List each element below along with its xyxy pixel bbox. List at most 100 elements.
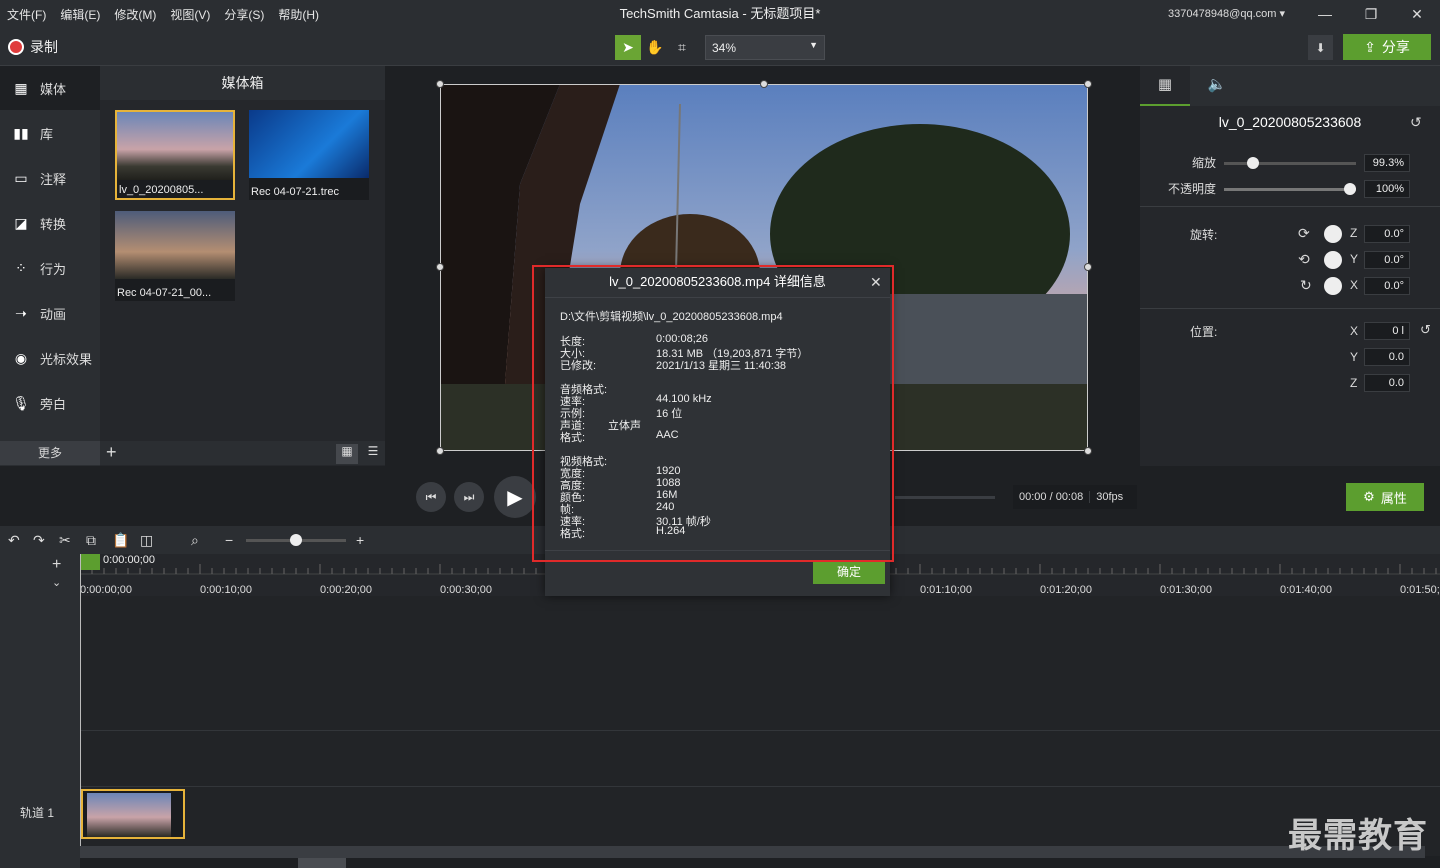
pos-z-field[interactable]: 0.0: [1364, 374, 1410, 392]
grid-view-icon[interactable]: ▦: [336, 444, 358, 464]
undo-icon[interactable]: ↶: [8, 532, 20, 549]
tick-label: 0:00:00;00: [80, 584, 132, 596]
sidebar-item-library[interactable]: ▮▮ 库: [0, 111, 100, 155]
select-tool-button[interactable]: ➤: [615, 35, 641, 60]
timeline-clip[interactable]: [81, 789, 185, 839]
resize-handle[interactable]: [436, 263, 444, 271]
account-menu[interactable]: 3370478948@qq.com ▾: [1168, 7, 1285, 20]
split-icon[interactable]: ◫: [140, 532, 153, 549]
cut-icon[interactable]: ✂: [59, 532, 71, 549]
sidebar-item-voice-narration[interactable]: 🎙 旁白: [0, 381, 100, 425]
scale-knob[interactable]: [1247, 157, 1259, 169]
scale-slider[interactable]: [1224, 162, 1356, 165]
rotate-z-dial[interactable]: [1324, 225, 1342, 243]
download-button[interactable]: ⬇: [1308, 35, 1333, 60]
copy-icon[interactable]: ⧉: [86, 532, 96, 549]
menu-help[interactable]: 帮助(H): [271, 6, 326, 23]
media-bin-title: 媒体箱: [100, 66, 385, 100]
opacity-slider[interactable]: [1224, 188, 1356, 191]
sidebar-item-annotations[interactable]: ▭ 注释: [0, 156, 100, 200]
arrow-cursor-icon: ➤: [622, 39, 634, 55]
rotate-x-field[interactable]: 0.0°: [1364, 277, 1410, 295]
resize-handle[interactable]: [1084, 263, 1092, 271]
hand-icon: ✋: [646, 39, 664, 55]
close-window-button[interactable]: ✕: [1394, 0, 1440, 28]
film-icon: ▦: [14, 79, 28, 96]
add-track-icon[interactable]: +: [52, 556, 61, 574]
zoom-select[interactable]: 34% ▼: [705, 35, 825, 60]
resize-handle[interactable]: [1084, 80, 1092, 88]
pan-tool-button[interactable]: ✋: [642, 35, 668, 60]
visual-properties-tab[interactable]: ▦: [1140, 66, 1190, 106]
timeline-tracks[interactable]: [80, 596, 1440, 856]
track-divider: [80, 730, 1440, 731]
sidebar-item-media[interactable]: ▦ 媒体: [0, 66, 100, 110]
media-bin-footer: + ▦ ☰: [100, 441, 385, 465]
record-button[interactable]: 录制: [8, 37, 58, 57]
reset-icon[interactable]: ↺: [1420, 322, 1431, 338]
chevron-down-icon: ▼: [809, 40, 818, 50]
sidebar-item-transitions[interactable]: ◪ 转换: [0, 201, 100, 245]
share-button[interactable]: ⇪ 分享: [1343, 34, 1431, 60]
rotate-x-dial[interactable]: [1324, 277, 1342, 295]
media-thumb[interactable]: Rec 04-07-21_00...: [115, 211, 235, 301]
rotate-y-field[interactable]: 0.0°: [1364, 251, 1410, 269]
zoom-out-icon[interactable]: −: [225, 532, 233, 548]
media-thumb[interactable]: Rec 04-07-21.trec: [249, 110, 369, 200]
pos-x-field[interactable]: 0 l: [1364, 322, 1410, 340]
more-button[interactable]: 更多: [0, 441, 100, 465]
sidebar-item-behaviors[interactable]: ⁘ 行为: [0, 246, 100, 290]
resize-handle[interactable]: [1084, 447, 1092, 455]
menu-modify[interactable]: 修改(M): [107, 6, 163, 23]
ok-button[interactable]: 确定: [813, 561, 885, 584]
axis-z-label: Z: [1350, 226, 1358, 240]
sidebar-item-label: 动画: [40, 306, 67, 322]
play-button[interactable]: ▶: [494, 476, 536, 518]
properties-button[interactable]: ⚙ 属性: [1346, 483, 1424, 511]
rotate-y-icon: ⟲: [1298, 251, 1310, 267]
menu-file[interactable]: 文件(F): [0, 6, 53, 23]
scrub-bar[interactable]: [895, 496, 995, 499]
step-forward-button[interactable]: ⏭: [454, 482, 484, 512]
list-view-icon[interactable]: ☰: [362, 444, 384, 464]
audio-properties-tab[interactable]: 🔈: [1192, 66, 1242, 106]
chevron-down-icon[interactable]: ⌄: [52, 576, 61, 589]
scrollbar-thumb[interactable]: [298, 858, 346, 868]
playhead-marker[interactable]: [80, 554, 100, 570]
thumb-image: [249, 110, 369, 178]
sidebar-item-label: 光标效果: [40, 351, 93, 367]
resize-handle[interactable]: [436, 447, 444, 455]
resize-handle[interactable]: [760, 80, 768, 88]
add-media-button[interactable]: +: [106, 442, 117, 463]
annotation-icon: ▭: [14, 169, 28, 186]
zoom-in-icon[interactable]: +: [356, 532, 364, 548]
step-back-button[interactable]: ⏮: [416, 482, 446, 512]
crop-tool-button[interactable]: ⌗: [669, 35, 695, 60]
speaker-icon: 🔈: [1207, 76, 1227, 93]
opacity-knob[interactable]: [1344, 183, 1356, 195]
opacity-field[interactable]: 100%: [1364, 180, 1410, 198]
redo-icon[interactable]: ↷: [33, 532, 45, 549]
maximize-button[interactable]: ❐: [1348, 0, 1394, 28]
chevron-down-icon: ▾: [1279, 8, 1286, 20]
menu-view[interactable]: 视图(V): [163, 6, 217, 23]
reset-icon[interactable]: ↺: [1410, 114, 1422, 131]
menu-share[interactable]: 分享(S): [217, 6, 271, 23]
pos-y-field[interactable]: 0.0: [1364, 348, 1410, 366]
timeline-zoom-knob[interactable]: [290, 534, 302, 546]
paste-icon[interactable]: 📋: [112, 532, 129, 549]
scale-field[interactable]: 99.3%: [1364, 154, 1410, 172]
step-forward-icon: ⏭: [463, 489, 475, 504]
rotate-y-dial[interactable]: [1324, 251, 1342, 269]
media-caption: Rec 04-07-21_00...: [117, 287, 212, 299]
minimize-button[interactable]: —: [1302, 0, 1348, 28]
resize-handle[interactable]: [436, 80, 444, 88]
zoom-search-icon[interactable]: ⌕: [191, 532, 199, 549]
media-thumb[interactable]: lv_0_20200805...: [115, 110, 235, 200]
timeline-scrollbar[interactable]: [80, 846, 1425, 858]
transition-icon: ◪: [14, 214, 28, 231]
rotate-z-field[interactable]: 0.0°: [1364, 225, 1410, 243]
sidebar-item-animations[interactable]: ➝ 动画: [0, 291, 100, 335]
menu-edit[interactable]: 编辑(E): [53, 6, 107, 23]
sidebar-item-cursor-effects[interactable]: ◉ 光标效果: [0, 336, 100, 380]
